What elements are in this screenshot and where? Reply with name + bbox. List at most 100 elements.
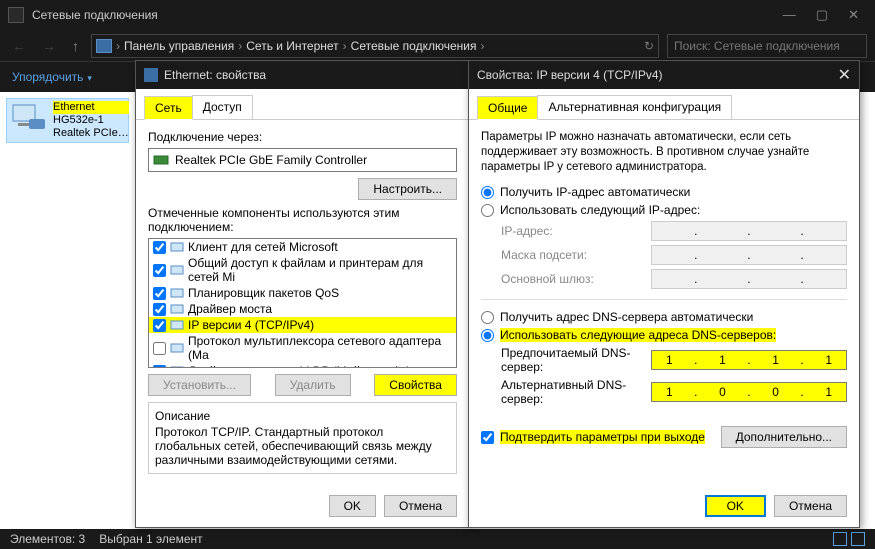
organize-menu[interactable]: Упорядочить [12, 70, 92, 84]
component-checkbox[interactable] [153, 319, 166, 332]
dialog-header: Свойства: IP версии 4 (TCP/IPv4) ✕ [469, 61, 859, 89]
subnet-mask-label: Маска подсети: [501, 248, 651, 262]
breadcrumb-icon [96, 39, 112, 53]
ok-button[interactable]: OK [705, 495, 766, 517]
cancel-button[interactable]: Отмена [384, 495, 457, 517]
radio-input[interactable] [481, 186, 494, 199]
dialog-title: Ethernet: свойства [164, 68, 266, 82]
ip-manual-radio[interactable]: Использовать следующий IP-адрес: [481, 203, 847, 217]
component-checkbox[interactable] [153, 287, 166, 300]
connect-via-label: Подключение через: [148, 130, 457, 144]
component-label: Драйвер протокола LLDP (Майкрософт) [188, 364, 411, 368]
connection-item[interactable]: Ethernet HG532e-1 Realtek PCIe… [6, 98, 129, 143]
dialog-tabs: Сеть Доступ [136, 89, 469, 120]
dns2-input[interactable]: 1.0.0.1 [651, 382, 847, 402]
component-properties-button[interactable]: Свойства [374, 374, 457, 396]
component-row[interactable]: Протокол мультиплексора сетевого адаптер… [149, 333, 456, 363]
up-button[interactable]: ↑ [68, 36, 83, 56]
validate-checkbox-row[interactable]: Подтвердить параметры при выходе [481, 430, 705, 444]
component-icon [170, 287, 184, 299]
adapter-name: Realtek PCIe GbE Family Controller [175, 153, 367, 167]
tab-network[interactable]: Сеть [144, 96, 193, 120]
minimize-button[interactable]: — [783, 7, 796, 23]
ip-address-input: ... [651, 221, 847, 241]
component-icon [170, 342, 184, 354]
radio-label: Использовать следующие адреса DNS-сервер… [500, 328, 776, 342]
component-checkbox[interactable] [153, 365, 166, 369]
subnet-mask-input: ... [651, 245, 847, 265]
component-label: Клиент для сетей Microsoft [188, 240, 338, 254]
breadcrumb[interactable]: › Панель управления › Сеть и Интернет › … [91, 34, 659, 58]
maximize-button[interactable]: ▢ [816, 7, 828, 23]
breadcrumb-item[interactable]: Сеть и Интернет [246, 39, 338, 53]
component-row[interactable]: Драйвер протокола LLDP (Майкрософт) [149, 363, 456, 368]
dialog-title: Свойства: IP версии 4 (TCP/IPv4) [477, 68, 663, 82]
tab-general[interactable]: Общие [477, 96, 538, 120]
component-label: Планировщик пакетов QoS [188, 286, 339, 300]
dns-manual-radio[interactable]: Использовать следующие адреса DNS-сервер… [481, 328, 847, 342]
description-text: Протокол TCP/IP. Стандартный протокол гл… [155, 425, 450, 467]
view-icon[interactable] [833, 532, 847, 546]
components-list[interactable]: Клиент для сетей MicrosoftОбщий доступ к… [148, 238, 457, 368]
view-icon[interactable] [851, 532, 865, 546]
configure-button[interactable]: Настроить... [358, 178, 457, 200]
component-checkbox[interactable] [153, 342, 166, 355]
connection-list: Ethernet HG532e-1 Realtek PCIe… [0, 92, 135, 529]
component-icon [170, 365, 184, 368]
validate-checkbox[interactable] [481, 431, 494, 444]
remove-button[interactable]: Удалить [275, 374, 351, 396]
radio-input[interactable] [481, 311, 494, 324]
network-adapter-icon [9, 101, 49, 137]
ipv4-properties-dialog: Свойства: IP версии 4 (TCP/IPv4) ✕ Общие… [468, 60, 860, 528]
gateway-input: ... [651, 269, 847, 289]
dialog-tabs: Общие Альтернативная конфигурация [469, 89, 859, 120]
description-box: Описание Протокол TCP/IP. Стандартный пр… [148, 402, 457, 474]
cancel-button[interactable]: Отмена [774, 495, 847, 517]
gateway-label: Основной шлюз: [501, 272, 651, 286]
component-row[interactable]: Драйвер моста [149, 301, 456, 317]
tab-sharing[interactable]: Доступ [192, 95, 253, 119]
back-button[interactable]: ← [8, 36, 30, 56]
radio-input[interactable] [481, 329, 494, 342]
connection-device: HG532e-1 [53, 114, 129, 127]
ip-address-label: IP-адрес: [501, 224, 651, 238]
components-label: Отмеченные компоненты используются этим … [148, 206, 457, 234]
component-row[interactable]: Клиент для сетей Microsoft [149, 239, 456, 255]
app-icon [8, 7, 24, 23]
breadcrumb-item[interactable]: Панель управления [124, 39, 234, 53]
intro-text: Параметры IP можно назначать автоматичес… [481, 130, 847, 175]
radio-input[interactable] [481, 204, 494, 217]
validate-label: Подтвердить параметры при выходе [500, 430, 705, 444]
dns-auto-radio[interactable]: Получить адрес DNS-сервера автоматически [481, 310, 847, 324]
status-selected: Выбран 1 элемент [99, 532, 202, 546]
dns1-input[interactable]: 1.1.1.1 [651, 350, 847, 370]
component-checkbox[interactable] [153, 241, 166, 254]
component-label: IP версии 4 (TCP/IPv4) [188, 318, 314, 332]
connection-adapter: Realtek PCIe… [53, 127, 129, 140]
search-input[interactable]: Поиск: Сетевые подключения [667, 34, 867, 58]
adapter-row: Realtek PCIe GbE Family Controller [148, 148, 457, 172]
ethernet-properties-dialog: Ethernet: свойства Сеть Доступ Подключен… [135, 60, 470, 528]
component-icon [170, 319, 184, 331]
window-title: Сетевые подключения [32, 8, 158, 22]
status-bar: Элементов: 3 Выбран 1 элемент [0, 529, 875, 549]
install-button[interactable]: Установить... [148, 374, 251, 396]
component-icon [170, 303, 184, 315]
radio-label: Получить адрес DNS-сервера автоматически [500, 310, 753, 324]
close-button[interactable]: ✕ [848, 7, 859, 23]
ok-button[interactable]: OK [329, 495, 376, 517]
component-checkbox[interactable] [153, 264, 166, 277]
breadcrumb-item[interactable]: Сетевые подключения [351, 39, 477, 53]
component-row[interactable]: Общий доступ к файлам и принтерам для се… [149, 255, 456, 285]
navigation-bar: ← → ↑ › Панель управления › Сеть и Интер… [0, 30, 875, 62]
tab-alt-config[interactable]: Альтернативная конфигурация [537, 95, 732, 119]
description-title: Описание [155, 409, 450, 423]
component-label: Протокол мультиплексора сетевого адаптер… [188, 334, 452, 362]
ip-auto-radio[interactable]: Получить IP-адрес автоматически [481, 185, 847, 199]
advanced-button[interactable]: Дополнительно... [721, 426, 847, 448]
component-checkbox[interactable] [153, 303, 166, 316]
component-row[interactable]: Планировщик пакетов QoS [149, 285, 456, 301]
forward-button[interactable]: → [38, 36, 60, 56]
component-row[interactable]: IP версии 4 (TCP/IPv4) [149, 317, 456, 333]
close-icon[interactable]: ✕ [838, 65, 851, 85]
